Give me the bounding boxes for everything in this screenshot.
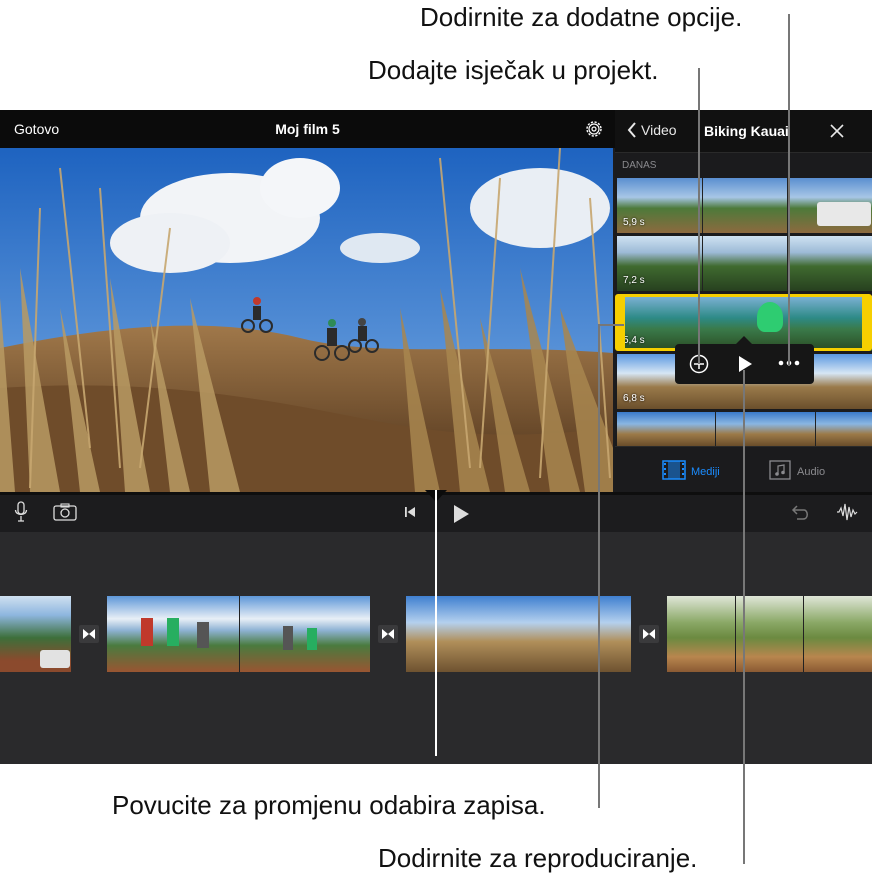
film-icon[interactable] [662,460,686,480]
browser-header: Video Biking Kauai [615,110,872,153]
transition-icon [643,629,655,639]
timeline-play-icon[interactable] [452,504,470,524]
viewer-frame-image [0,148,613,492]
clip-action-popup [675,344,814,384]
back-button-label: Video [641,122,677,138]
callout-drag-selection: Povucite za promjenu odabira zapisa. [112,790,546,820]
close-icon[interactable] [829,123,845,139]
playhead[interactable] [435,490,437,756]
browser-clip[interactable]: 7,2 s [617,236,872,291]
music-note-icon[interactable] [769,460,791,480]
video-viewer[interactable] [0,148,613,492]
callout-tap-play: Dodirnite za reproduciranje. [378,843,698,873]
transition-button[interactable] [639,625,659,643]
transition-button[interactable] [378,625,398,643]
callout-line-drag-h [598,324,624,326]
camera-icon[interactable] [53,503,77,521]
play-icon[interactable] [736,355,754,373]
audio-waveform-icon[interactable] [836,502,858,522]
skip-to-start-icon[interactable] [404,506,416,518]
transition-icon [382,629,394,639]
clip-duration: 6,8 s [623,393,645,404]
viewer-toolbar: Gotovo Moj film 5 [0,110,615,148]
gear-icon[interactable] [584,119,604,139]
chevron-left-icon [627,122,636,138]
clip-duration: 7,2 s [623,275,645,286]
browser-clip[interactable]: 5,9 s [617,178,872,233]
callout-more-options: Dodirnite za dodatne opcije. [420,2,743,32]
tab-media[interactable]: Mediji [691,466,720,478]
microphone-icon[interactable] [14,501,28,523]
transition-button[interactable] [79,625,99,643]
transition-icon [83,629,95,639]
project-title: Moj film 5 [275,121,340,137]
timeline-clip[interactable] [0,596,71,672]
timeline-clip[interactable] [667,596,872,672]
section-label-today: DANAS [622,160,657,171]
callout-line-more-options [788,14,790,366]
callout-line-drag [598,324,600,808]
callout-line-play [743,370,745,864]
album-title: Biking Kauai [704,123,789,139]
browser-clip[interactable] [617,412,872,446]
undo-icon[interactable] [791,503,811,521]
back-button[interactable]: Video [627,122,677,138]
tab-audio[interactable]: Audio [797,466,825,478]
callout-line-add-clip [698,68,700,364]
callout-add-clip: Dodajte isječak u projekt. [368,55,659,85]
timeline-clip[interactable] [107,596,370,672]
clip-duration: 5,9 s [623,217,645,228]
